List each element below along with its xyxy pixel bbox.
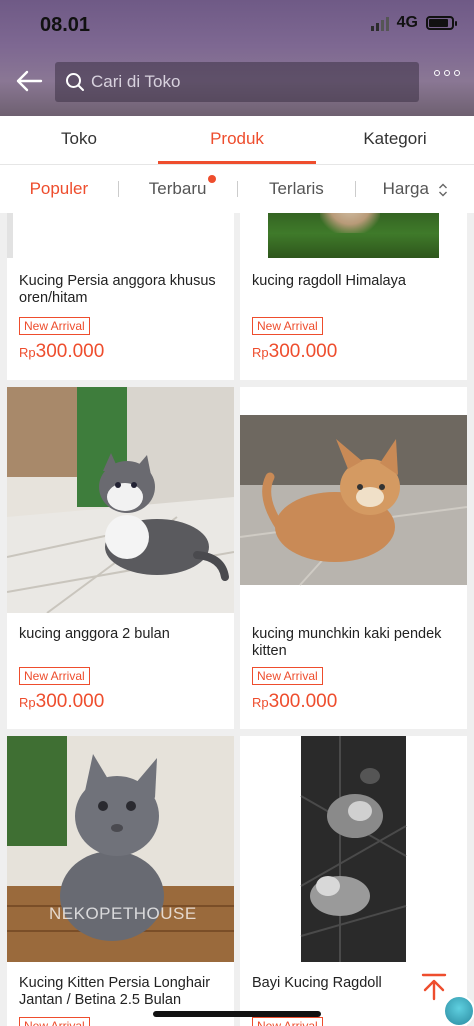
- product-image: [240, 213, 467, 258]
- new-arrival-badge: New Arrival: [19, 667, 90, 685]
- product-image: [7, 387, 234, 613]
- header: 08.01 4G: [0, 0, 474, 116]
- sort-terlaris[interactable]: Terlaris: [238, 179, 356, 199]
- product-title: kucing anggora 2 bulan: [19, 626, 170, 642]
- product-card[interactable]: NEKOPETHOUSE Kucing Kitten Persia Longha…: [7, 736, 234, 1026]
- product-price: Rp300.000: [19, 341, 104, 363]
- sort-populer-label: Populer: [29, 179, 89, 198]
- signal-icon: [370, 15, 389, 31]
- shop-tabs: Toko Produk Kategori: [0, 116, 474, 165]
- status-time: 08.01: [40, 14, 91, 36]
- arrow-up-icon: [421, 973, 447, 1001]
- product-price: Rp300.000: [19, 691, 104, 713]
- new-arrival-badge: New Arrival: [19, 317, 90, 335]
- search-bar[interactable]: [55, 62, 419, 102]
- tab-toko[interactable]: Toko: [0, 116, 158, 164]
- price-currency: Rp: [19, 345, 36, 360]
- product-card[interactable]: Kucing Persia anggora khusus oren/hitam …: [7, 213, 234, 380]
- more-dot-icon: [434, 70, 440, 76]
- sort-bar: Populer Terbaru Terlaris Harga: [0, 165, 474, 213]
- arrow-left-icon: [16, 70, 43, 92]
- new-arrival-badge: New Arrival: [252, 317, 323, 335]
- new-arrival-badge: New Arrival: [19, 1017, 90, 1026]
- tab-produk[interactable]: Produk: [158, 116, 316, 164]
- kitten-photo: [240, 387, 467, 613]
- sort-harga[interactable]: Harga: [356, 179, 474, 199]
- more-dot-icon: [444, 70, 450, 76]
- price-currency: Rp: [252, 695, 269, 710]
- sort-populer[interactable]: Populer: [0, 179, 118, 199]
- product-image: [240, 736, 467, 962]
- home-indicator: [153, 1011, 321, 1017]
- price-value: 300.000: [35, 341, 105, 362]
- sort-terbaru-label: Terbaru: [148, 179, 207, 198]
- more-options-button[interactable]: [434, 70, 460, 76]
- product-title: Kucing Persia anggora khusus oren/hitam: [19, 273, 216, 306]
- sort-terbaru[interactable]: Terbaru: [119, 175, 237, 199]
- product-image: [7, 213, 234, 258]
- search-icon: [66, 73, 84, 91]
- price-currency: Rp: [252, 345, 269, 360]
- search-input[interactable]: [91, 72, 391, 92]
- sort-arrows-icon: [438, 183, 447, 197]
- product-title: kucing ragdoll Himalaya: [252, 273, 406, 289]
- sort-terlaris-label: Terlaris: [268, 179, 324, 198]
- product-card[interactable]: kucing ragdoll Himalaya New Arrival Rp30…: [240, 213, 467, 380]
- kitten-photo: [7, 736, 234, 962]
- product-title: kucing munchkin kaki pendek kitten: [252, 626, 442, 659]
- shop-product-page: 08.01 4G Toko Produk: [0, 0, 474, 1026]
- price-value: 300.000: [35, 691, 105, 712]
- tab-kategori[interactable]: Kategori: [316, 116, 474, 164]
- new-arrival-badge: New Arrival: [252, 1017, 323, 1026]
- chat-avatar[interactable]: [443, 995, 474, 1026]
- product-card[interactable]: kucing anggora 2 bulan New Arrival Rp300…: [7, 387, 234, 729]
- product-image: [240, 387, 467, 613]
- new-arrival-badge: New Arrival: [252, 667, 323, 685]
- network-type: 4G: [396, 14, 418, 31]
- product-price: Rp300.000: [252, 691, 337, 713]
- product-image: NEKOPETHOUSE: [7, 736, 234, 962]
- price-value: 300.000: [268, 341, 338, 362]
- product-grid: Kucing Persia anggora khusus oren/hitam …: [0, 213, 474, 1026]
- product-title: Kucing Kitten Persia Longhair Jantan / B…: [19, 975, 211, 1008]
- kitten-photo: [7, 387, 234, 613]
- price-value: 300.000: [268, 691, 338, 712]
- new-dot-badge: [207, 175, 216, 183]
- product-card[interactable]: kucing munchkin kaki pendek kitten New A…: [240, 387, 467, 729]
- product-price: Rp300.000: [252, 341, 337, 363]
- status-indicators: 4G: [370, 14, 457, 32]
- kitten-photo: [240, 736, 467, 962]
- battery-icon: [426, 16, 457, 30]
- price-currency: Rp: [19, 695, 36, 710]
- watermark-text: NEKOPETHOUSE: [49, 904, 197, 923]
- back-button[interactable]: [12, 64, 46, 98]
- sort-harga-label: Harga: [382, 179, 429, 198]
- more-dot-icon: [454, 70, 460, 76]
